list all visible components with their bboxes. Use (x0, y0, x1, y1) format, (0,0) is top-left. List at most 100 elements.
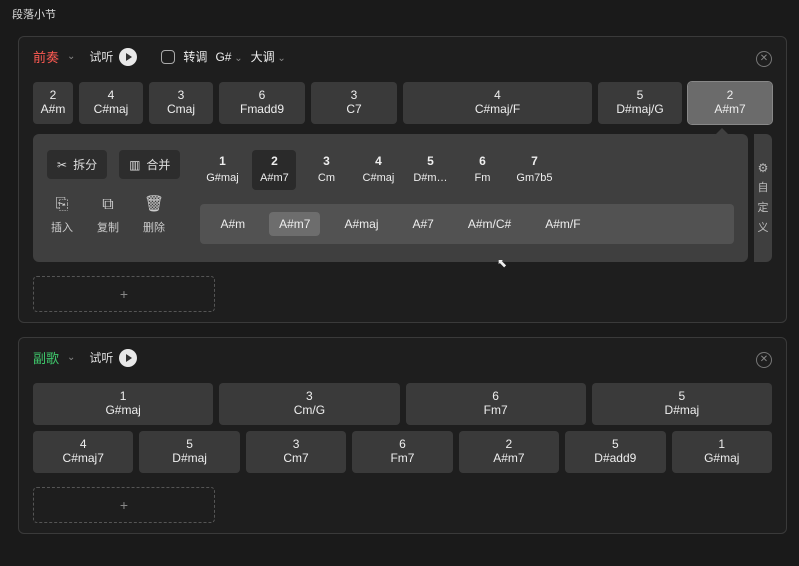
degree-cell[interactable]: 7Gm7b5 (512, 150, 556, 190)
chord-cell[interactable]: 2A#m (33, 82, 73, 124)
insert-label: 插入 (51, 219, 73, 235)
degree-cell[interactable]: 2A#m7 (252, 150, 296, 190)
sidebar-char-2: 定 (758, 199, 769, 215)
chord-degree: 5 (186, 437, 193, 451)
split-button[interactable]: ✂ 拆分 (47, 150, 107, 179)
transpose-checkbox[interactable] (161, 50, 175, 64)
custom-sidebar-button[interactable]: ⚙ 自 定 义 (754, 134, 772, 262)
variant-cell[interactable]: A#m (210, 212, 255, 236)
chord-cell[interactable]: 1G#maj (33, 383, 213, 425)
chord-degree: 6 (399, 437, 406, 451)
mode-dropdown[interactable]: 大调 ⌄ (251, 48, 286, 65)
delete-label: 删除 (143, 219, 165, 235)
degree-cell[interactable]: 1G#maj (200, 150, 244, 190)
chord-cell[interactable]: 1G#maj (672, 431, 772, 473)
chord-label: C#maj7 (63, 451, 104, 465)
chord-degree: 3 (178, 88, 185, 102)
degree-number: 5 (427, 154, 434, 168)
play-icon (119, 349, 137, 367)
chord-degree: 3 (351, 88, 358, 102)
transpose-group: 转调 G# ⌄ 大调 ⌄ (161, 48, 285, 65)
chord-degree: 2 (727, 88, 734, 102)
settings-icon: ⚙ (758, 161, 769, 175)
chord-cell[interactable]: 6Fm7 (352, 431, 452, 473)
add-chord-button[interactable]: + (33, 487, 215, 523)
chord-cell[interactable]: 3Cm7 (246, 431, 346, 473)
chord-cell[interactable]: 2A#m7 (459, 431, 559, 473)
chord-label: Cm/G (294, 403, 325, 417)
transpose-label: 转调 (183, 48, 207, 65)
degree-cell[interactable]: 5 D#m… (408, 150, 452, 190)
chord-degree: 1 (120, 389, 127, 403)
section-name-dropdown[interactable]: 前奏 ⌄ (33, 47, 75, 66)
variant-cell[interactable]: A#7 (403, 212, 444, 236)
chord-cell[interactable]: 6Fmadd9 (219, 82, 305, 124)
chord-cell[interactable]: 3Cmaj (149, 82, 213, 124)
degree-number: 4 (375, 154, 382, 168)
chord-degree: 3 (306, 389, 313, 403)
chord-label: D#add9 (594, 451, 636, 465)
preview-button[interactable]: 试听 (89, 48, 137, 66)
play-icon (119, 48, 137, 66)
chord-degree: 1 (718, 437, 725, 451)
variant-cell[interactable]: A#m/F (535, 212, 590, 236)
chord-label: C7 (346, 102, 361, 116)
page-title: 段落小节 (0, 0, 799, 28)
key-dropdown[interactable]: G# ⌄ (215, 50, 242, 64)
chord-row: 1G#maj3Cm/G6Fm75D#maj (19, 383, 786, 425)
scissors-icon: ✂ (57, 158, 67, 172)
chevron-down-icon: ⌄ (67, 352, 75, 363)
close-icon[interactable]: ✕ (756, 51, 772, 67)
degree-chord: D#m… (413, 172, 447, 184)
chevron-down-icon: ⌄ (67, 51, 75, 62)
chord-row: 4C#maj75D#maj3Cm76Fm72A#m75D#add91G#maj (19, 431, 786, 473)
chord-label: C#maj (94, 102, 129, 116)
editor-tools: ✂ 拆分 ▥ 合并 ⎘ 插入 ⧉ 复制 (47, 150, 180, 244)
degree-cell[interactable]: 6Fm (460, 150, 504, 190)
variant-cell[interactable]: A#m/C# (458, 212, 521, 236)
variant-row: A#m A#m7 A#maj A#7 A#m/C# A#m/F (200, 204, 734, 244)
chord-label: Cmaj (167, 102, 195, 116)
chord-cell[interactable]: 6Fm7 (406, 383, 586, 425)
chord-cell[interactable]: 5D#add9 (565, 431, 665, 473)
section-name-dropdown[interactable]: 副歌 ⌄ (33, 348, 75, 367)
chord-degree: 4 (80, 437, 87, 451)
variant-cell[interactable]: A#maj (334, 212, 388, 236)
insert-button[interactable]: ⎘ 插入 (51, 197, 73, 235)
degree-cell[interactable]: 4C#maj (356, 150, 400, 190)
chord-cell[interactable]: 4C#maj/F (403, 82, 592, 124)
chord-cell[interactable]: 3Cm/G (219, 383, 399, 425)
degree-number: 7 (531, 154, 538, 168)
chord-cell[interactable]: 5D#maj/G (598, 82, 682, 124)
degree-cell[interactable]: 3 Cm (304, 150, 348, 190)
chord-label: G#maj (105, 403, 140, 417)
copy-button[interactable]: ⧉ 复制 (97, 197, 119, 235)
chord-cell[interactable]: 5D#maj (139, 431, 239, 473)
add-chord-button[interactable]: + (33, 276, 215, 312)
chord-degree: 3 (293, 437, 300, 451)
chord-cell[interactable]: 5D#maj (592, 383, 772, 425)
preview-button[interactable]: 试听 (89, 349, 137, 367)
chord-cell[interactable]: 4C#maj7 (33, 431, 133, 473)
trash-icon: 🗑 (144, 197, 164, 213)
close-icon[interactable]: ✕ (756, 352, 772, 368)
chord-degree: 4 (108, 88, 115, 102)
delete-button[interactable]: 🗑 删除 (143, 197, 165, 235)
chord-label: C#maj/F (475, 102, 520, 116)
chord-cell[interactable]: 3C7 (311, 82, 397, 124)
chord-cell[interactable]: 4C#maj (79, 82, 143, 124)
chord-cell[interactable]: 2A#m7 (688, 82, 772, 124)
chevron-down-icon: ⌄ (275, 53, 286, 64)
degree-chord: A#m7 (260, 172, 289, 184)
degree-chord: Cm (318, 172, 335, 184)
merge-button[interactable]: ▥ 合并 (119, 150, 180, 179)
variant-cell[interactable]: A#m7 (269, 212, 320, 236)
insert-icon: ⎘ (56, 197, 69, 213)
chord-label: A#m7 (714, 102, 745, 116)
degree-number: 6 (479, 154, 486, 168)
chord-degree: 4 (494, 88, 501, 102)
degree-number: 3 (323, 154, 330, 168)
copy-label: 复制 (97, 219, 119, 235)
copy-icon: ⧉ (102, 197, 113, 213)
section-name-label: 副歌 (33, 348, 59, 367)
